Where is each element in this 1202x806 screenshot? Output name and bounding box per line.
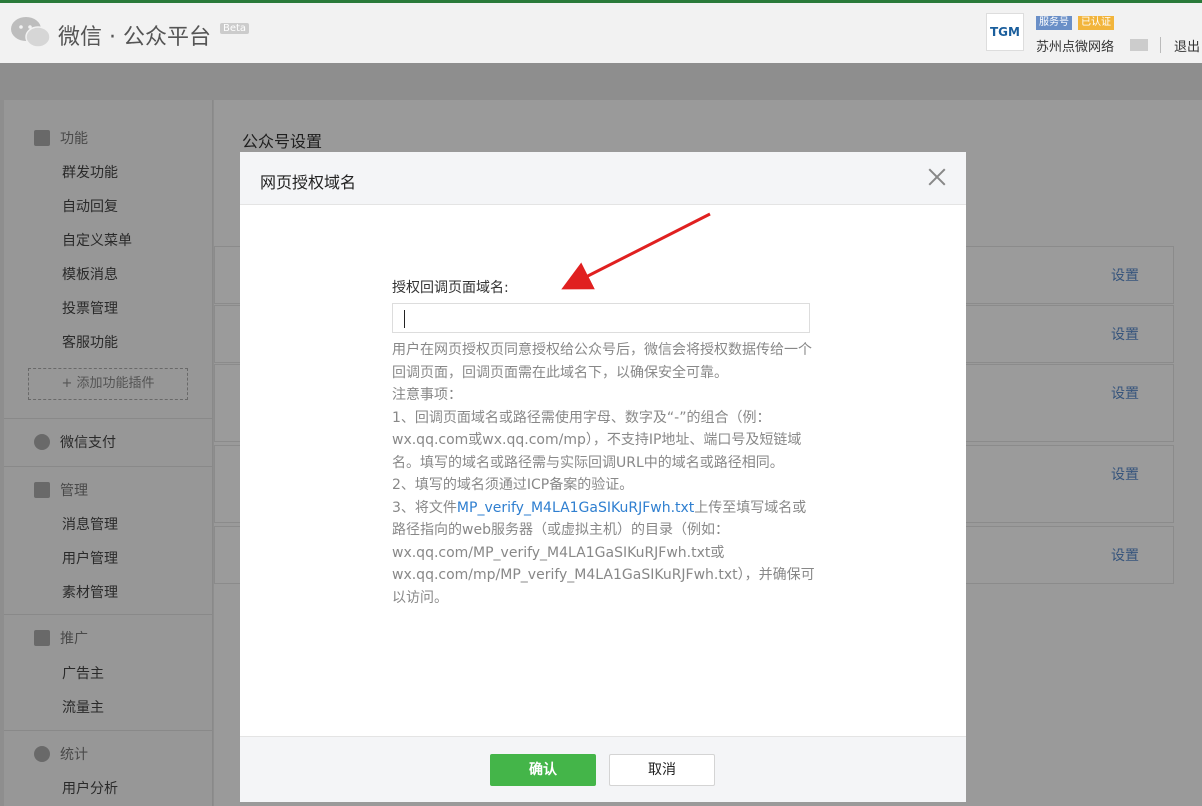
logout-link[interactable]: 退出	[1174, 36, 1200, 55]
dialog-header: 网页授权域名	[240, 152, 966, 205]
header: 微信 · 公众平台 Beta TGM 服务号 已认证 苏州点微网络 退出	[0, 3, 1202, 63]
callback-domain-label: 授权回调页面域名:	[392, 280, 509, 296]
mail-icon[interactable]	[1130, 39, 1148, 51]
notice-item-2: 2、填写的域名须通过ICP备案的验证。	[392, 477, 634, 493]
notice-heading: 注意事项：	[392, 387, 462, 403]
cancel-button[interactable]: 取消	[609, 754, 715, 786]
dialog-title: 网页授权域名	[260, 173, 357, 192]
verify-file-link[interactable]: MP_verify_M4LA1GaSIKuRJFwh.txt	[457, 500, 694, 516]
wechat-logo-icon	[11, 17, 51, 48]
oauth-domain-dialog: 网页授权域名 授权回调页面域名: 用户在网页授权页同意授权给公众号后，微信会将授…	[240, 152, 966, 802]
dialog-footer: 确认 取消	[240, 736, 966, 802]
verified-badge: 已认证	[1078, 16, 1114, 30]
text-caret	[404, 310, 405, 328]
header-divider	[1160, 37, 1161, 53]
close-icon[interactable]	[924, 164, 950, 190]
account-name[interactable]: 苏州点微网络	[1036, 36, 1114, 55]
brand-title: 微信 · 公众平台	[58, 25, 211, 50]
dialog-description: 用户在网页授权页同意授权给公众号后，微信会将授权数据传给一个回调页面，回调页面需…	[392, 339, 816, 609]
beta-badge: Beta	[220, 23, 250, 34]
notice-item-3: 3、将文件MP_verify_M4LA1GaSIKuRJFwh.txt上传至填写…	[392, 499, 815, 606]
description-paragraph: 用户在网页授权页同意授权给公众号后，微信会将授权数据传给一个回调页面，回调页面需…	[392, 342, 812, 381]
notice-item-1: 1、回调页面域名或路径需使用字母、数字及“-”的组合（例：wx.qq.com或w…	[392, 409, 802, 471]
confirm-button[interactable]: 确认	[490, 754, 596, 786]
service-account-badge: 服务号	[1036, 16, 1072, 30]
account-avatar[interactable]: TGM	[986, 13, 1024, 51]
callback-domain-input[interactable]	[392, 303, 810, 333]
